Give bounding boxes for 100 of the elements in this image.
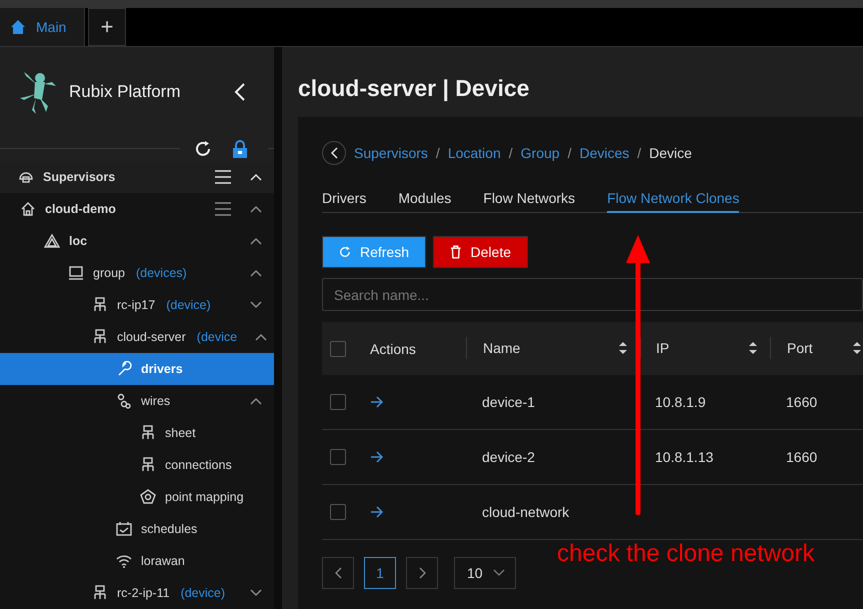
wifi-icon (116, 553, 132, 569)
tree-label: sheet (165, 426, 196, 440)
column-header[interactable]: Port (787, 340, 862, 356)
chevron-up-icon[interactable] (255, 333, 268, 341)
breadcrumb-separator: / (508, 145, 513, 161)
page-size-select[interactable]: 10 (454, 557, 516, 589)
tree-label: drivers (141, 362, 183, 376)
tree-tag: (device) (166, 298, 211, 312)
checkbox[interactable] (330, 340, 346, 356)
table-cell: device-2 (482, 449, 535, 465)
tree-item[interactable]: drivers (0, 353, 274, 385)
app-title: Rubix Platform (69, 82, 182, 102)
tree-label: loc (69, 234, 88, 248)
column-header[interactable]: Actions (370, 340, 466, 356)
chevron-up-icon[interactable] (250, 269, 262, 277)
tree-label: cloud-server (117, 330, 186, 344)
pentagon-icon (140, 489, 156, 505)
column-header[interactable]: IP (656, 340, 758, 356)
wrench-icon (116, 361, 132, 377)
tree-item[interactable]: cloud-server (device (0, 321, 274, 353)
table-cell: 10.8.1.9 (655, 394, 706, 410)
refresh-icon (339, 245, 351, 259)
tree-tag: (device (196, 330, 238, 344)
tree-label: connections (165, 458, 232, 472)
tree-label: group (93, 266, 125, 280)
home-icon (10, 19, 26, 35)
tree-tag: (device) (180, 586, 226, 600)
chevron-up-icon[interactable] (250, 205, 262, 213)
calendar-icon (116, 521, 132, 537)
add-tab-button[interactable]: + (88, 8, 126, 46)
network-icon (140, 425, 156, 441)
breadcrumb-link[interactable]: Location (448, 145, 501, 161)
chevron-down-icon[interactable] (250, 589, 262, 597)
tree-label: wires (141, 394, 170, 408)
menu-icon[interactable] (215, 202, 231, 216)
network-icon (140, 457, 156, 473)
tree-item[interactable]: schedules (0, 513, 274, 545)
tree-label: cloud-demo (45, 202, 116, 216)
tab[interactable]: Flow Network Clones (607, 190, 740, 213)
chevron-down-icon[interactable] (250, 301, 262, 309)
search-field[interactable]: Search name... (322, 278, 863, 311)
tree-item[interactable]: lorawan (0, 545, 274, 577)
table-cell: 1660 (786, 449, 818, 465)
app-tab[interactable]: Main (0, 8, 85, 46)
tree-item[interactable]: sheet (0, 417, 274, 449)
home-icon (20, 201, 36, 217)
page-title: cloud-server | Device (298, 75, 530, 103)
checkbox[interactable] (330, 394, 346, 410)
arrow-right-icon[interactable] (370, 396, 384, 408)
tree-item[interactable]: loc (0, 225, 274, 257)
sort-icon[interactable] (748, 341, 758, 355)
breadcrumb-separator: / (436, 145, 440, 161)
trash-icon (450, 245, 462, 259)
checkbox[interactable] (330, 449, 346, 465)
tree-label: lorawan (141, 554, 185, 568)
chevron-left-icon (330, 147, 338, 159)
breadcrumb-link[interactable]: Group (520, 145, 560, 161)
refresh-icon[interactable] (194, 140, 212, 158)
lock-icon[interactable] (232, 140, 248, 158)
page-button[interactable]: 1 (364, 557, 396, 589)
chevron-up-icon[interactable] (250, 397, 262, 405)
chevron-up-icon[interactable] (250, 237, 262, 245)
links-icon (116, 393, 132, 409)
tree-item[interactable]: wires (0, 385, 274, 417)
tab[interactable]: Flow Networks (483, 190, 576, 213)
table-cell: 1660 (786, 394, 818, 410)
breadcrumb-current: Device (649, 145, 692, 161)
chevron-left-icon[interactable] (234, 82, 246, 101)
delete-button[interactable]: Delete (433, 236, 528, 268)
tree-item[interactable]: connections (0, 449, 274, 481)
pyramid-icon (44, 233, 60, 249)
checkbox[interactable] (330, 504, 346, 520)
back-button[interactable] (322, 141, 346, 165)
breadcrumb-separator: / (637, 145, 642, 161)
tree-label: schedules (141, 522, 198, 536)
table-cell: cloud-network (482, 504, 570, 520)
tree-label: rc-2-ip-11 (117, 586, 170, 600)
table-cell: device-1 (482, 394, 535, 410)
tree-item[interactable]: rc-2-ip-11 (device) (0, 577, 274, 609)
breadcrumb-link[interactable]: Devices (579, 145, 630, 161)
column-header[interactable]: Name (483, 340, 628, 356)
breadcrumb-link[interactable]: Supervisors (354, 145, 428, 161)
chevron-left-icon (334, 567, 342, 579)
tree-item[interactable]: group (devices) (0, 257, 274, 289)
tree-tag: (devices) (136, 266, 187, 280)
caret-down-icon (493, 569, 505, 577)
arrow-right-icon[interactable] (370, 506, 384, 518)
tree-item[interactable]: point mapping (0, 481, 274, 513)
annotation-text: check the clone network (557, 540, 814, 568)
tab[interactable]: Drivers (322, 190, 366, 213)
sort-icon[interactable] (852, 341, 862, 355)
chevron-right-icon (418, 567, 426, 579)
sort-icon[interactable] (618, 341, 628, 355)
arrow-right-icon[interactable] (370, 451, 384, 463)
tab[interactable]: Modules (398, 190, 452, 213)
tree-item[interactable]: cloud-demo (0, 193, 274, 225)
tree-item[interactable]: rc-ip17 (device) (0, 289, 274, 321)
tree-label: point mapping (165, 490, 244, 504)
laptop-icon (68, 265, 84, 281)
network-icon (92, 329, 108, 345)
